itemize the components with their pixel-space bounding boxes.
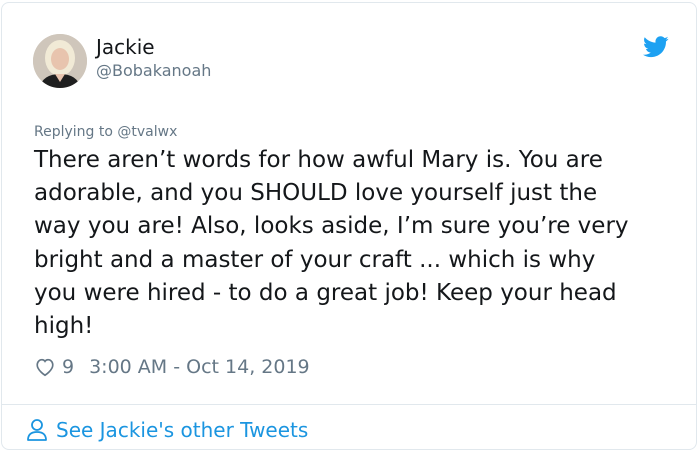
avatar[interactable] <box>33 34 87 88</box>
other-tweets-link[interactable]: See Jackie's other Tweets <box>26 415 308 445</box>
reply-context: Replying to @tvalwx <box>34 123 177 141</box>
tweet-timestamp[interactable]: 3:00 AM - Oct 14, 2019 <box>89 356 310 378</box>
tweet-card: Jackie @Bobakanoah Replying to @tvalwx T… <box>1 2 697 450</box>
twitter-bird-icon[interactable] <box>643 36 669 58</box>
avatar-photo <box>33 34 87 88</box>
reply-mention[interactable]: @tvalwx <box>117 124 177 140</box>
reply-prefix: Replying to <box>34 124 113 140</box>
like-count[interactable]: 9 <box>62 356 74 378</box>
heart-icon[interactable] <box>34 356 56 378</box>
divider <box>2 404 696 405</box>
person-icon <box>27 419 47 441</box>
tweet-meta: 9 3:00 AM - Oct 14, 2019 <box>34 354 310 380</box>
author-handle[interactable]: @Bobakanoah <box>96 61 211 81</box>
tweet-text: There aren’t words for how awful Mary is… <box>34 147 629 340</box>
author-name[interactable]: Jackie <box>96 34 155 60</box>
other-tweets-label[interactable]: See Jackie's other Tweets <box>56 418 308 442</box>
